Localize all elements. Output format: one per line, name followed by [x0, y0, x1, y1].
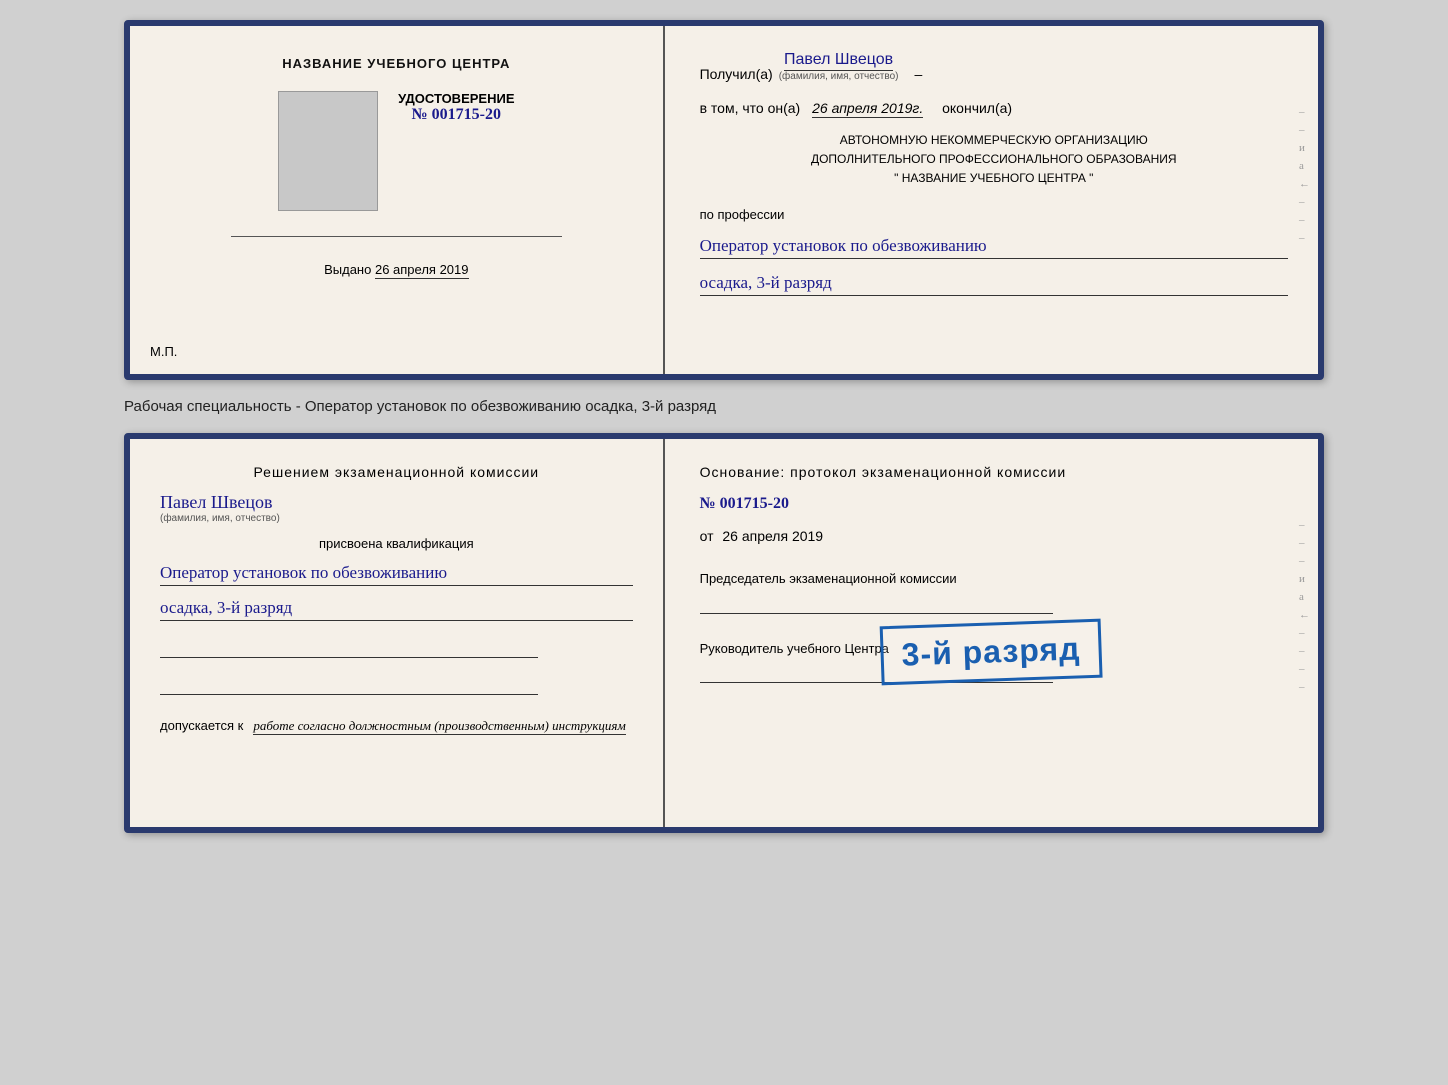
qualification-value: Оператор установок по обезвоживанию [160, 563, 633, 586]
cert-prefix: № [412, 106, 428, 123]
person-name-2: Павел Швецов [160, 492, 273, 513]
document-wrapper: НАЗВАНИЕ УЧЕБНОГО ЦЕНТРА УДОСТОВЕРЕНИЕ №… [20, 20, 1428, 833]
margin2-char-7: – [1299, 627, 1310, 639]
margin-char-1: – [1299, 106, 1310, 118]
dash: – [914, 66, 922, 82]
protocol-date: от 26 апреля 2019 [700, 528, 1288, 544]
first-doc-left-panel: НАЗВАНИЕ УЧЕБНОГО ЦЕНТРА УДОСТОВЕРЕНИЕ №… [130, 26, 665, 374]
qualification-rank: осадка, 3-й разряд [160, 598, 633, 621]
right-decorations-2: – – – и а ← – – – – [1299, 519, 1310, 693]
signature-line-1 [160, 638, 538, 658]
margin-char-2: – [1299, 124, 1310, 136]
second-doc-right-panel: Основание: протокол экзаменационной коми… [665, 439, 1318, 827]
decision-title: Решением экзаменационной комиссии [160, 464, 633, 480]
received-prefix: Получил(а) [700, 66, 773, 82]
stamp: 3-й разряд [880, 619, 1103, 686]
margin-char-8: – [1299, 232, 1310, 244]
cert-number: № 001715-20 [398, 106, 514, 124]
org-line-3: " НАЗВАНИЕ УЧЕБНОГО ЦЕНТРА " [700, 169, 1288, 188]
protocol-number-value: 001715-20 [720, 495, 789, 512]
qualification-label: присвоена квалификация [160, 536, 633, 551]
person-name-block: Павел Швецов (фамилия, имя, отчество) [160, 492, 633, 524]
margin2-char-3: – [1299, 555, 1310, 567]
protocol-date-value: 26 апреля 2019 [722, 528, 823, 544]
confirm-suffix: окончил(а) [942, 100, 1012, 116]
margin2-char-4: и [1299, 573, 1310, 585]
margin2-char-5: а [1299, 591, 1310, 603]
allowed-prefix: допускается к [160, 718, 243, 733]
issued-line: Выдано 26 апреля 2019 [324, 262, 468, 277]
chairman-label: Председатель экзаменационной комиссии [700, 569, 1288, 614]
confirm-date: 26 апреля 2019г. [812, 100, 923, 118]
margin2-char-9: – [1299, 663, 1310, 675]
photo-placeholder [278, 91, 378, 211]
margin2-char-1: – [1299, 519, 1310, 531]
margin2-char-2: – [1299, 537, 1310, 549]
margin-char-3: и [1299, 142, 1310, 154]
margin-char-5: ← [1299, 178, 1310, 190]
margin2-char-10: – [1299, 681, 1310, 693]
first-document: НАЗВАНИЕ УЧЕБНОГО ЦЕНТРА УДОСТОВЕРЕНИЕ №… [124, 20, 1324, 380]
received-line: Получил(а) Павел Швецов (фамилия, имя, о… [700, 51, 1288, 82]
margin-char-6: – [1299, 196, 1310, 208]
margin2-char-8: – [1299, 645, 1310, 657]
signature-line-2 [160, 675, 538, 695]
training-center-title: НАЗВАНИЕ УЧЕБНОГО ЦЕНТРА [282, 56, 510, 71]
second-doc-left-panel: Решением экзаменационной комиссии Павел … [130, 439, 665, 827]
issued-date: 26 апреля 2019 [375, 262, 469, 279]
issued-label: Выдано [324, 262, 371, 277]
org-line-1: АВТОНОМНУЮ НЕКОММЕРЧЕСКУЮ ОРГАНИЗАЦИЮ [700, 131, 1288, 150]
confirm-prefix: в том, что он(а) [700, 100, 801, 116]
basis-title: Основание: протокол экзаменационной коми… [700, 464, 1288, 480]
mp-label: М.П. [150, 344, 177, 359]
protocol-number: № 001715-20 [700, 495, 1288, 513]
margin2-char-6: ← [1299, 609, 1310, 621]
cert-number-section: УДОСТОВЕРЕНИЕ № 001715-20 [398, 91, 514, 124]
date-prefix: от [700, 528, 714, 544]
name-hint-1: (фамилия, имя, отчество) [779, 71, 899, 82]
org-line-2: ДОПОЛНИТЕЛЬНОГО ПРОФЕССИОНАЛЬНОГО ОБРАЗО… [700, 150, 1288, 169]
profession-value: Оператор установок по обезвоживанию [700, 236, 1288, 259]
org-block: АВТОНОМНУЮ НЕКОММЕРЧЕСКУЮ ОРГАНИЗАЦИЮ ДО… [700, 131, 1288, 189]
name-hint-2: (фамилия, имя, отчество) [160, 513, 280, 524]
rank-value: осадка, 3-й разряд [700, 273, 1288, 296]
allowed-text: работе согласно должностным (производств… [253, 718, 625, 735]
protocol-prefix: № [700, 495, 716, 512]
cert-number-value: 001715-20 [432, 106, 501, 123]
chairman-label-text: Председатель экзаменационной комиссии [700, 569, 1288, 589]
margin-char-7: – [1299, 214, 1310, 226]
confirm-line: в том, что он(а) 26 апреля 2019г. окончи… [700, 100, 1288, 116]
allowed-block: допускается к работе согласно должностны… [160, 717, 633, 735]
second-document: Решением экзаменационной комиссии Павел … [124, 433, 1324, 833]
profession-label: по профессии [700, 207, 1288, 222]
margin-char-4: а [1299, 160, 1310, 172]
divider-1 [231, 236, 562, 237]
first-doc-right-panel: Получил(а) Павел Швецов (фамилия, имя, о… [665, 26, 1318, 374]
cert-label: УДОСТОВЕРЕНИЕ [398, 91, 514, 106]
between-text: Рабочая специальность - Оператор установ… [124, 398, 1324, 415]
chairman-sign-line [700, 594, 1053, 614]
right-decorations: – – и а ← – – – [1299, 106, 1310, 244]
recipient-name: Павел Швецов [784, 51, 893, 71]
